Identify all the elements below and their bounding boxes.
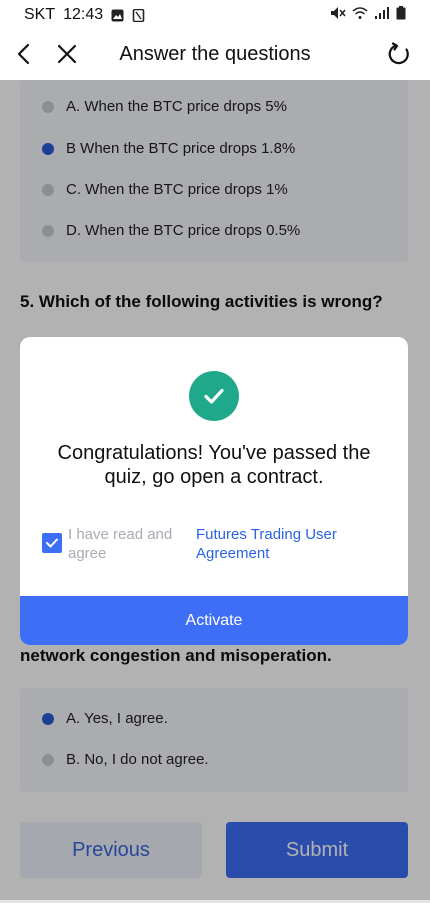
carrier-label: SKT [24,6,56,23]
image-notification-icon [111,9,124,22]
success-check-icon [189,371,239,421]
page-title: Answer the questions [119,43,311,65]
success-dialog: Congratulations! You've passed the quiz,… [20,337,408,645]
notification-icon [132,8,145,22]
success-message: Congratulations! You've passed the quiz,… [57,442,371,488]
agreement-link[interactable]: Futures Trading User Agreement [196,525,376,563]
status-bar: SKT 12:43 [0,0,430,30]
time-label: 12:43 [63,6,104,23]
nav-bar: Answer the questions [0,30,430,80]
mute-icon [330,6,346,25]
signal-icon [374,6,390,25]
agree-checkbox[interactable] [42,533,62,553]
wifi-icon [352,6,368,25]
battery-icon [396,5,406,25]
agree-label: I have read and agree [68,526,173,562]
activate-button[interactable]: Activate [20,596,408,645]
agreement-row: I have read and agree Futures Trading Us… [42,525,392,565]
refresh-icon[interactable] [384,39,414,69]
